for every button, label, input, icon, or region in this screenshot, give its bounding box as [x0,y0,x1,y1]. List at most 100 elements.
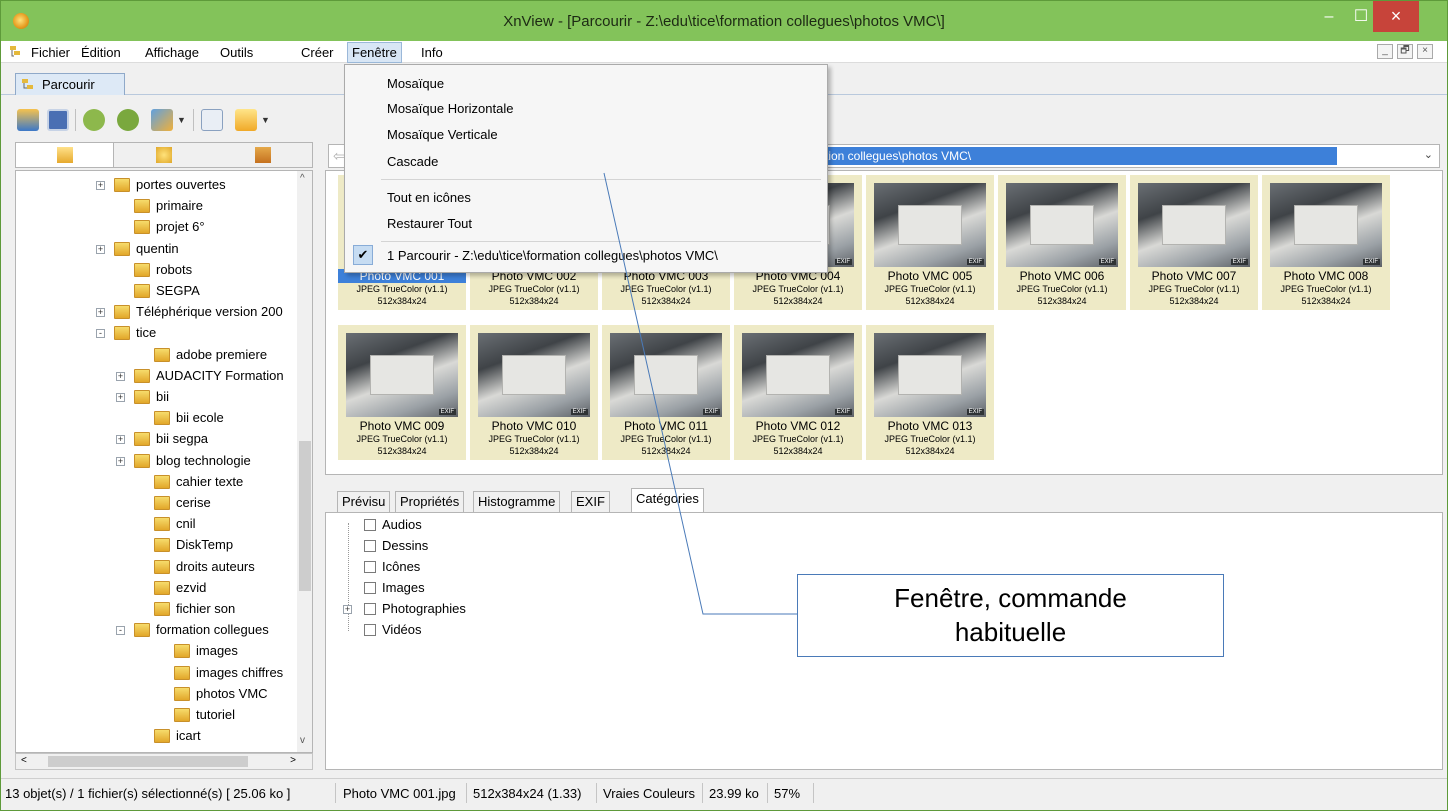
category-audios[interactable]: Audios [364,516,422,534]
expand-icon[interactable]: + [116,435,125,445]
expand-icon[interactable]: + [96,181,105,190]
tab-exif[interactable]: EXIF [571,491,610,512]
scroll-down-icon[interactable]: v [300,735,305,746]
tree-item[interactable]: Téléphérique version 200 [114,302,283,322]
menu-creer[interactable]: Créer [301,45,334,60]
tab-histogramme[interactable]: Histogramme [473,491,561,512]
expand-icon[interactable]: + [116,393,125,402]
mdi-close-button[interactable]: × [1417,44,1433,59]
tree-item[interactable]: primaire [134,196,203,216]
thumbnail[interactable]: EXIF Photo VMC 009 JPEG TrueColor (v1.1) 51… [338,325,466,460]
tree-item[interactable]: images [174,641,238,661]
tree-item[interactable]: droits auteurs [154,557,255,577]
thumbnail[interactable]: EXIF Photo VMC 010 JPEG TrueColor (v1.1) 51… [470,325,598,460]
tree-item[interactable]: projet 6° [134,217,205,237]
tab-folders[interactable] [16,143,114,167]
pane-splitter[interactable] [317,170,325,770]
mdi-restore-button[interactable]: 🗗 [1397,44,1413,59]
menu-item-mosaique-verticale[interactable]: Mosaïque Verticale [387,127,498,142]
scroll-left-icon[interactable]: < [21,755,27,766]
tree-item[interactable]: tice [114,323,156,343]
checkbox[interactable] [364,519,376,531]
tree-item[interactable]: cnil [154,514,196,534]
expand-icon[interactable]: + [343,605,352,614]
chevron-down-icon[interactable]: ⌄ [1424,148,1433,161]
checkbox[interactable] [364,624,376,636]
tab-proprietes[interactable]: Propriétés [395,491,465,512]
fullscreen-icon[interactable] [47,109,69,131]
thumbnail[interactable]: EXIF Photo VMC 005 JPEG TrueColor (v1.1) 51… [866,175,994,310]
rotate-left-icon[interactable] [83,109,105,131]
menu-edition[interactable]: Édition [81,45,121,60]
tab-favorites[interactable] [115,143,213,167]
thumbnail[interactable]: EXIF Photo VMC 008 JPEG TrueColor (v1.1) 51… [1262,175,1390,310]
expand-icon[interactable]: + [116,371,125,381]
category-dessins[interactable]: Dessins [364,537,428,555]
tree-item[interactable]: icart [154,726,201,746]
tab-parcourir[interactable]: Parcourir [15,73,125,95]
tree-horizontal-scrollbar[interactable]: < > [15,753,313,770]
menu-outils[interactable]: Outils [220,45,253,60]
tree-item[interactable]: photos VMC [174,684,268,704]
category-icones[interactable]: Icônes [364,558,420,576]
menu-item-window-1[interactable]: 1 Parcourir - Z:\edu\tice\formation coll… [387,248,718,263]
thumbnail[interactable]: EXIF Photo VMC 012 JPEG TrueColor (v1.1) 51… [734,325,862,460]
menu-item-tout-en-icones[interactable]: Tout en icônes [387,190,471,205]
horizontal-scroll-thumb[interactable] [48,756,248,767]
convert-icon[interactable] [151,109,173,131]
tree-item[interactable]: adobe premiere [154,345,267,365]
menu-fichier[interactable]: Fichier [31,45,70,60]
collapse-icon[interactable]: - [96,329,105,339]
folder-copy-icon[interactable] [235,109,257,131]
menu-affichage[interactable]: Affichage [145,45,199,60]
category-images[interactable]: Images [364,579,425,597]
tree-item[interactable]: robots [134,260,192,280]
rotate-right-icon[interactable] [117,109,139,131]
view-icon[interactable] [17,109,39,131]
scroll-up-icon[interactable]: ^ [300,173,305,184]
chevron-down-icon[interactable]: ▼ [261,115,270,125]
document-icon[interactable] [201,109,223,131]
tree-item[interactable]: bii ecole [154,408,224,428]
tree-item[interactable]: bii [134,387,169,407]
tree-item[interactable]: images chiffres [174,663,283,683]
tree-item[interactable]: portes ouvertes [114,175,226,195]
close-button[interactable]: × [1373,1,1419,32]
tree-item[interactable]: tutoriel [174,705,235,725]
menu-info[interactable]: Info [421,45,443,60]
checkbox[interactable] [364,561,376,573]
mdi-minimize-button[interactable]: _ [1377,44,1393,59]
menu-item-mosaique-horizontale[interactable]: Mosaïque Horizontale [387,101,513,116]
tab-categories-info[interactable]: Catégories [631,488,704,512]
expand-icon[interactable]: + [116,456,125,466]
tab-previsu[interactable]: Prévisu [337,491,391,512]
expand-icon[interactable]: + [96,244,105,254]
collapse-icon[interactable]: - [116,626,125,636]
menu-item-mosaique[interactable]: Mosaïque [387,76,444,91]
thumbnail[interactable]: EXIF Photo VMC 011 JPEG TrueColor (v1.1) 51… [602,325,730,460]
tree-item[interactable]: cerise [154,493,211,513]
menu-fenetre[interactable]: Fenêtre [347,42,402,63]
checkbox[interactable] [364,603,376,615]
category-photographies[interactable]: Photographies [364,600,466,618]
checkbox[interactable] [364,540,376,552]
tree-item[interactable]: quentin [114,239,179,259]
tree-item[interactable]: ezvid [154,578,206,598]
tree-item[interactable]: formation collegues [134,620,269,640]
thumbnail[interactable]: EXIF Photo VMC 006 JPEG TrueColor (v1.1) 51… [998,175,1126,310]
tree-item[interactable]: SEGPA [134,281,200,301]
tree-item[interactable]: bii segpa [134,429,208,449]
expand-icon[interactable]: + [96,308,105,318]
checkbox[interactable] [364,582,376,594]
tree-item[interactable]: AUDACITY Formation [134,366,284,386]
category-videos[interactable]: Vidéos [364,621,422,639]
thumbnail[interactable]: EXIF Photo VMC 013 JPEG TrueColor (v1.1) 51… [866,325,994,460]
tree-item[interactable]: cahier texte [154,472,243,492]
thumbnail[interactable]: EXIF Photo VMC 007 JPEG TrueColor (v1.1) 51… [1130,175,1258,310]
tree-item[interactable]: DiskTemp [154,535,233,555]
tab-categories[interactable] [214,143,312,167]
scroll-right-icon[interactable]: > [290,755,296,766]
tree-item[interactable]: blog technologie [134,451,251,471]
chevron-down-icon[interactable]: ▼ [177,115,186,125]
tree-item[interactable]: fichier son [154,599,235,619]
